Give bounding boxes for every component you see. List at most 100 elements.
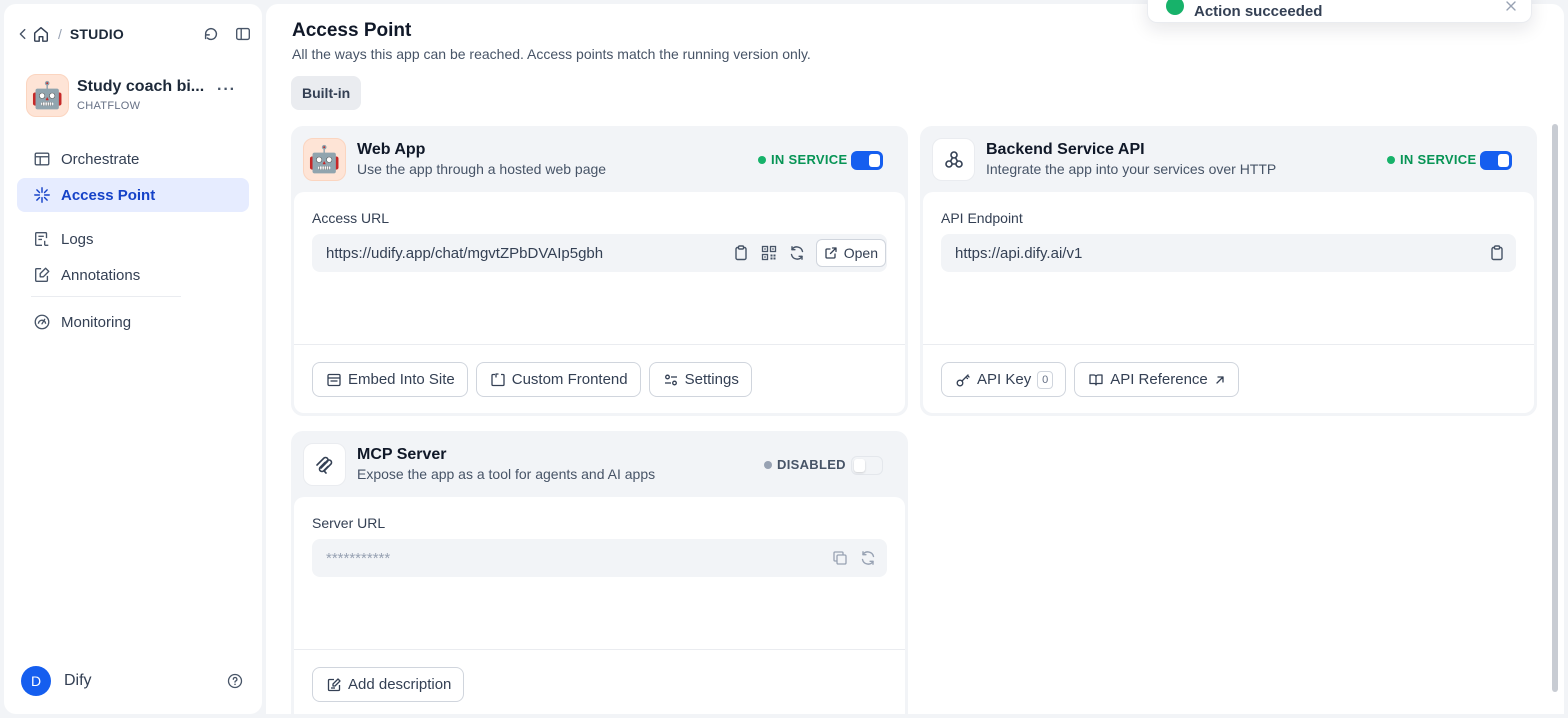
edit-icon — [326, 677, 342, 693]
api-reference-label: API Reference — [1110, 371, 1208, 388]
chevron-left-icon[interactable] — [16, 27, 30, 41]
user-name: Dify — [64, 672, 92, 689]
app-avatar: 🤖 — [26, 73, 69, 117]
access-url-label: Access URL — [312, 210, 390, 226]
copy-icon — [831, 549, 849, 567]
tab-built-in[interactable]: Built-in — [291, 76, 362, 110]
status-dot — [1387, 155, 1395, 164]
sidebar: / STUDIO 🤖 Study coach bi... CHATFLOW ··… — [4, 4, 262, 714]
sidebar-toggle-icon[interactable] — [234, 25, 252, 43]
home-icon[interactable] — [32, 25, 50, 43]
nav-divider — [31, 296, 181, 297]
status-text: IN SERVICE — [1400, 152, 1477, 167]
settings-sliders-icon — [663, 372, 679, 388]
web-app-title: Web App — [357, 141, 426, 158]
close-icon[interactable] — [1505, 0, 1517, 12]
status-dot — [764, 460, 772, 469]
sidebar-item-access-point[interactable]: Access Point — [17, 178, 249, 212]
refresh-icon[interactable] — [788, 244, 806, 262]
status-text: IN SERVICE — [771, 152, 848, 167]
clipboard-icon[interactable] — [732, 244, 750, 262]
logs-icon — [33, 230, 51, 248]
sidebar-item-monitoring[interactable]: Monitoring — [17, 305, 249, 339]
api-key-button[interactable]: API Key 0 — [941, 362, 1067, 397]
backend-api-card: Backend Service API Integrate the app in… — [920, 126, 1537, 416]
breadcrumb-studio[interactable]: STUDIO — [70, 26, 124, 42]
card-divider — [294, 649, 905, 650]
sparkle-icon — [33, 186, 51, 204]
add-description-button[interactable]: Add description — [312, 667, 465, 702]
app-type: CHATFLOW — [77, 100, 141, 112]
add-description-label: Add description — [348, 676, 452, 693]
card-divider — [294, 344, 905, 345]
status-dot — [758, 155, 766, 164]
help-icon[interactable] — [227, 673, 243, 689]
backend-api-toggle[interactable] — [1480, 151, 1512, 170]
web-app-card: 🤖 Web App Use the app through a hosted w… — [291, 126, 908, 416]
status-badge: DISABLED — [764, 457, 846, 472]
embed-into-site-label: Embed Into Site — [348, 371, 455, 388]
page-title: Access Point — [292, 20, 412, 41]
toast-message: Action succeeded — [1194, 3, 1323, 20]
mcp-server-body: Server URL *********** Add description — [294, 497, 905, 714]
access-url-value[interactable]: https://udify.app/chat/mgvtZPbDVAIp5gbh — [326, 245, 732, 262]
success-icon — [1166, 0, 1184, 15]
gauge-icon — [33, 313, 51, 331]
embed-icon — [326, 372, 342, 388]
annotation-icon — [33, 266, 51, 284]
mcp-server-toggle[interactable] — [851, 456, 883, 475]
qr-code-icon[interactable] — [760, 244, 778, 262]
user-menu[interactable]: D Dify — [21, 666, 253, 696]
history-icon[interactable] — [202, 25, 220, 43]
open-label: Open — [843, 245, 878, 261]
web-app-description: Use the app through a hosted web page — [357, 161, 607, 177]
breadcrumb: / STUDIO — [16, 22, 252, 46]
sidebar-item-label: Logs — [61, 230, 94, 248]
mcp-icon — [303, 443, 346, 486]
open-button[interactable]: Open — [815, 239, 886, 267]
mcp-server-title: MCP Server — [357, 446, 447, 463]
embed-into-site-button[interactable]: Embed Into Site — [312, 362, 468, 397]
more-icon[interactable]: ··· — [217, 81, 236, 99]
custom-frontend-label: Custom Frontend — [511, 371, 628, 388]
access-url-field: https://udify.app/chat/mgvtZPbDVAIp5gbh — [312, 234, 887, 272]
status-badge: IN SERVICE — [758, 152, 847, 167]
api-icon — [932, 138, 975, 181]
api-key-count: 0 — [1037, 370, 1054, 389]
settings-label: Settings — [684, 371, 739, 388]
settings-button[interactable]: Settings — [648, 362, 752, 397]
sidebar-item-orchestrate[interactable]: Orchestrate — [17, 142, 249, 176]
sidebar-item-label: Monitoring — [61, 313, 132, 331]
api-endpoint-field: https://api.dify.ai/v1 — [941, 234, 1516, 272]
app-header[interactable]: 🤖 Study coach bi... CHATFLOW ··· — [26, 73, 246, 117]
backend-api-description: Integrate the app into your services ove… — [986, 161, 1277, 177]
scrollbar[interactable] — [1552, 124, 1558, 692]
api-endpoint-value[interactable]: https://api.dify.ai/v1 — [955, 245, 1488, 262]
mcp-server-card: MCP Server Expose the app as a tool for … — [291, 431, 908, 714]
key-icon — [955, 372, 971, 388]
server-url-label: Server URL — [312, 515, 386, 531]
custom-frontend-button[interactable]: Custom Frontend — [475, 362, 641, 397]
main-content: Access Point All the ways this app can b… — [266, 4, 1564, 714]
web-app-icon: 🤖 — [303, 138, 346, 181]
breadcrumb-separator: / — [58, 26, 62, 42]
sidebar-item-label: Access Point — [61, 186, 156, 204]
server-url-value: *********** — [326, 549, 391, 567]
layout-icon — [33, 150, 51, 168]
api-key-label: API Key — [977, 371, 1032, 388]
external-link-icon — [824, 246, 838, 260]
sidebar-item-annotations[interactable]: Annotations — [17, 258, 249, 292]
sidebar-item-label: Orchestrate — [61, 150, 140, 168]
refresh-icon — [859, 549, 877, 567]
sidebar-item-label: Annotations — [61, 266, 141, 284]
card-divider — [923, 344, 1534, 345]
api-endpoint-label: API Endpoint — [941, 210, 1023, 226]
book-icon — [1088, 372, 1104, 388]
web-app-toggle[interactable] — [851, 151, 883, 170]
clipboard-icon[interactable] — [1488, 244, 1506, 262]
api-reference-button[interactable]: API Reference — [1074, 362, 1239, 397]
backend-api-title: Backend Service API — [986, 141, 1145, 158]
custom-frontend-icon — [490, 372, 506, 388]
mcp-server-description: Expose the app as a tool for agents and … — [357, 466, 656, 482]
sidebar-item-logs[interactable]: Logs — [17, 222, 249, 256]
